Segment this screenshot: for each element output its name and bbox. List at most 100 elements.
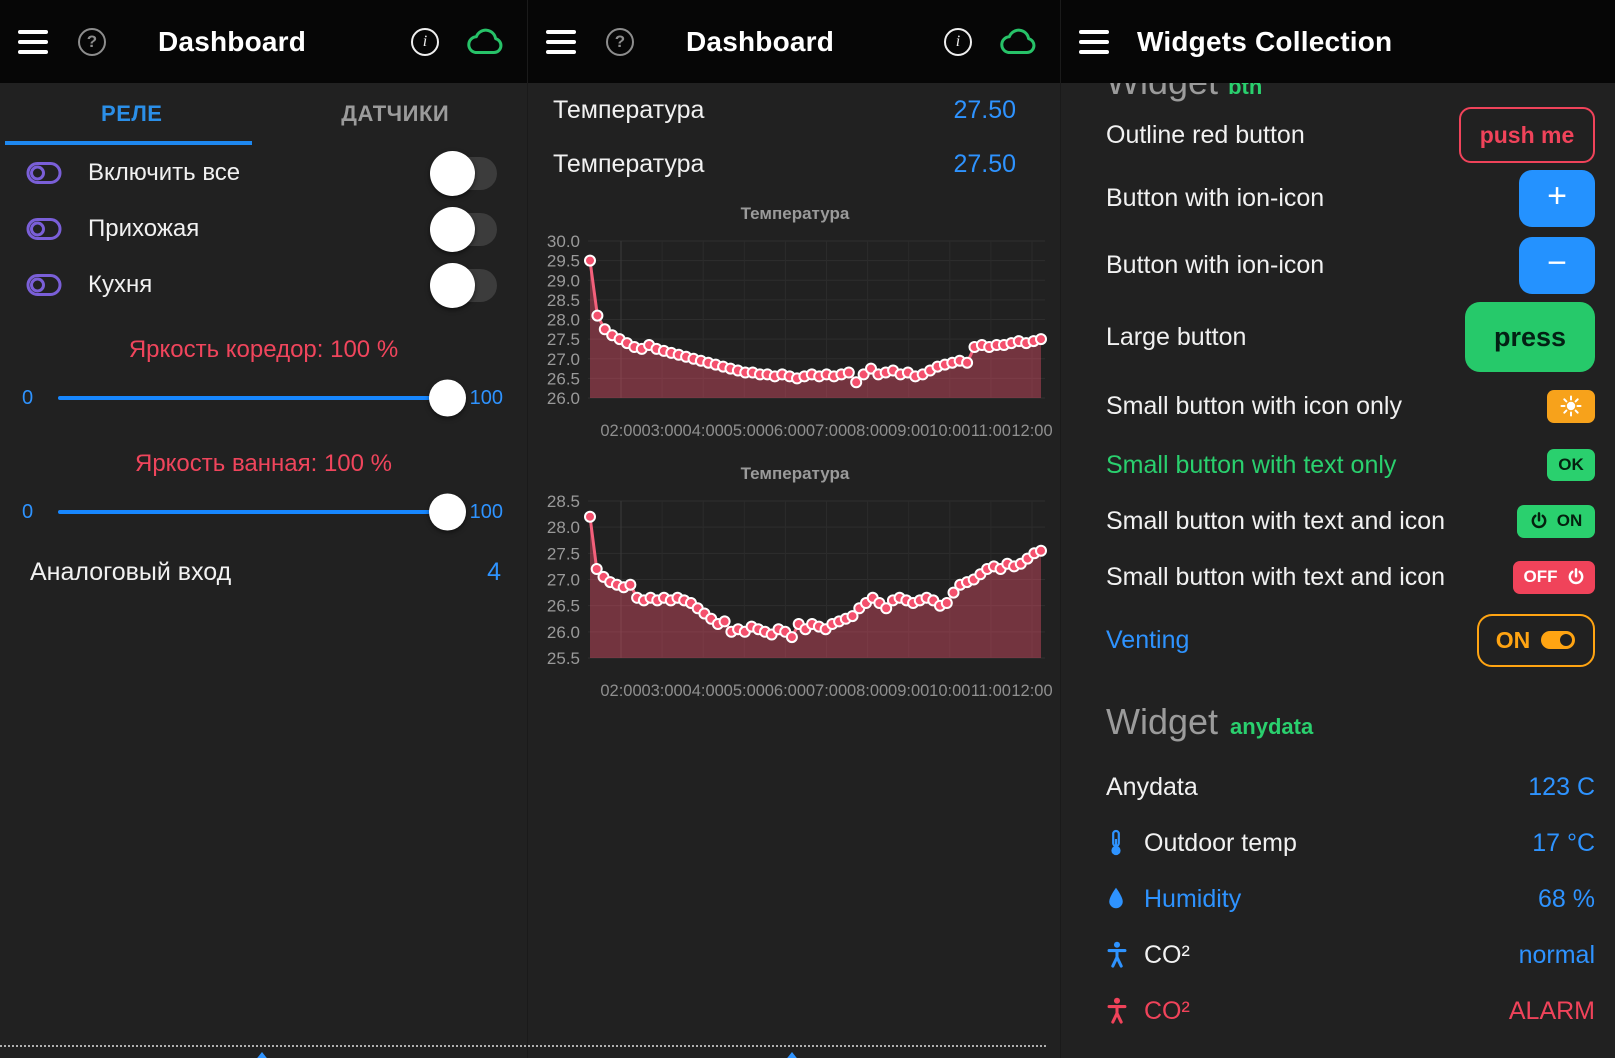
svg-text:09:00: 09:00: [888, 422, 929, 440]
push-me-button[interactable]: push me: [1459, 107, 1595, 163]
row-label: Anydata: [1106, 773, 1528, 802]
slider-min-label: 0: [22, 387, 56, 410]
sunny-icon: [1560, 395, 1582, 417]
anydata-section-heading: Widget anydata: [1106, 701, 1615, 753]
toggle-icon: [26, 273, 62, 297]
svg-text:28.5: 28.5: [547, 291, 580, 310]
analog-input-label: Аналоговый вход: [30, 558, 487, 587]
help-icon[interactable]: ?: [606, 28, 634, 56]
menu-icon[interactable]: [1079, 30, 1109, 54]
row-value: ALARM: [1509, 997, 1595, 1026]
temperature-chart-plot: 28.528.027.527.026.526.025.502:0003:0004…: [538, 489, 1052, 703]
row-label: Outline red button: [1106, 121, 1459, 150]
chart-title: Температура: [538, 199, 1052, 229]
cloud-status-icon[interactable]: [998, 27, 1038, 57]
svg-text:02:00: 02:00: [600, 682, 641, 700]
analog-input-row: Аналоговый вход 4: [0, 543, 527, 601]
svg-text:26.0: 26.0: [547, 623, 580, 642]
switch-label: Включить все: [88, 159, 435, 187]
temperature-label: Температура: [553, 150, 953, 179]
switch-all-toggle[interactable]: [435, 157, 497, 190]
svg-text:27.5: 27.5: [547, 330, 580, 349]
power-icon: [1567, 568, 1585, 586]
info-icon[interactable]: i: [411, 28, 439, 56]
dashboard-sensors-panel: ? Dashboard i Температура 27.50 Температ…: [527, 0, 1060, 1058]
svg-text:29.0: 29.0: [547, 271, 580, 290]
cloud-status-icon[interactable]: [465, 27, 505, 57]
svg-text:29.5: 29.5: [547, 252, 580, 271]
svg-text:03:00: 03:00: [641, 682, 682, 700]
help-icon[interactable]: ?: [78, 28, 106, 56]
brightness-corridor-label: Яркость коредор: 100 %: [0, 331, 527, 369]
cut-off-footer-glyph: [784, 1052, 800, 1058]
brightness-bath-slider-row: 0 100: [0, 483, 527, 541]
page-title: Dashboard: [158, 26, 306, 58]
power-off-button[interactable]: OFF: [1513, 561, 1595, 594]
svg-text:28.0: 28.0: [547, 518, 580, 537]
switch-hallway-toggle[interactable]: [435, 213, 497, 246]
row-label: Small button with text and icon: [1106, 563, 1513, 592]
press-button[interactable]: press: [1465, 302, 1595, 372]
svg-text:26.5: 26.5: [547, 597, 580, 616]
button-label: ON: [1496, 627, 1531, 654]
row-label: Small button with text only: [1106, 451, 1547, 480]
thermometer-icon: [1106, 829, 1126, 857]
switch-label: Кухня: [88, 271, 435, 299]
temperature-value: 27.50: [953, 150, 1016, 179]
toggle-on-icon: [1540, 629, 1576, 651]
svg-text:10:00: 10:00: [929, 422, 970, 440]
row-label: Outdoor temp: [1144, 829, 1532, 858]
outdoor-temp-row: Outdoor temp 17 °C: [1061, 815, 1615, 871]
slider-knob[interactable]: [429, 380, 466, 417]
svg-text:04:00: 04:00: [683, 422, 724, 440]
menu-icon[interactable]: [18, 30, 48, 54]
switch-row-kitchen: Кухня: [0, 257, 527, 313]
toggle-icon: [26, 217, 62, 241]
sunny-button[interactable]: [1547, 390, 1595, 423]
info-icon[interactable]: i: [944, 28, 972, 56]
svg-text:05:00: 05:00: [724, 682, 765, 700]
humidity-row: Humidity 68 %: [1061, 871, 1615, 927]
svg-text:27.5: 27.5: [547, 544, 580, 563]
svg-text:03:00: 03:00: [641, 422, 682, 440]
remove-icon: −: [1547, 244, 1567, 283]
body-icon: [1106, 941, 1128, 969]
widget-row-venting: Venting ON: [1061, 605, 1615, 675]
dashboard-relays-panel: ? Dashboard i РЕЛЕ ДАТЧИКИ Включить все …: [0, 0, 527, 1058]
minus-button[interactable]: −: [1519, 237, 1595, 294]
menu-icon[interactable]: [546, 30, 576, 54]
row-label: Small button with text and icon: [1106, 507, 1517, 536]
svg-text:08:00: 08:00: [847, 682, 888, 700]
row-label: Button with ion-icon: [1106, 184, 1519, 213]
widget-row-minus: Button with ion-icon −: [1061, 232, 1615, 299]
switch-row-hallway: Прихожая: [0, 201, 527, 257]
tab-relays[interactable]: РЕЛЕ: [0, 83, 264, 145]
svg-text:02:00: 02:00: [600, 422, 641, 440]
tab-sensors[interactable]: ДАТЧИКИ: [264, 83, 528, 145]
section-tag: btn: [1228, 83, 1262, 99]
temperature-row: Температура 27.50: [528, 83, 1060, 137]
svg-text:28.0: 28.0: [547, 311, 580, 330]
svg-text:12:00: 12:00: [1011, 422, 1052, 440]
svg-text:07:00: 07:00: [806, 422, 847, 440]
svg-text:26.0: 26.0: [547, 389, 580, 408]
header: ? Dashboard i: [0, 0, 527, 83]
temperature-label: Температура: [553, 96, 953, 125]
row-label: Humidity: [1144, 885, 1538, 914]
slider-min-label: 0: [22, 501, 56, 524]
brightness-corridor-slider-row: 0 100: [0, 369, 527, 427]
body-icon: [1106, 997, 1128, 1025]
plus-button[interactable]: +: [1519, 170, 1595, 227]
brightness-corridor-slider[interactable]: [58, 396, 462, 400]
page-title: Dashboard: [686, 26, 834, 58]
svg-text:11:00: 11:00: [971, 422, 1011, 440]
power-on-button[interactable]: ON: [1517, 505, 1595, 538]
header: Widgets Collection: [1061, 0, 1615, 83]
brightness-bath-slider[interactable]: [58, 510, 462, 514]
svg-text:04:00: 04:00: [683, 682, 724, 700]
ok-button[interactable]: OK: [1547, 449, 1595, 481]
switch-kitchen-toggle[interactable]: [435, 269, 497, 302]
temperature-chart-plot: 30.029.529.028.528.027.527.026.526.002:0…: [538, 229, 1052, 443]
venting-button[interactable]: ON: [1477, 614, 1595, 667]
slider-knob[interactable]: [429, 494, 466, 531]
